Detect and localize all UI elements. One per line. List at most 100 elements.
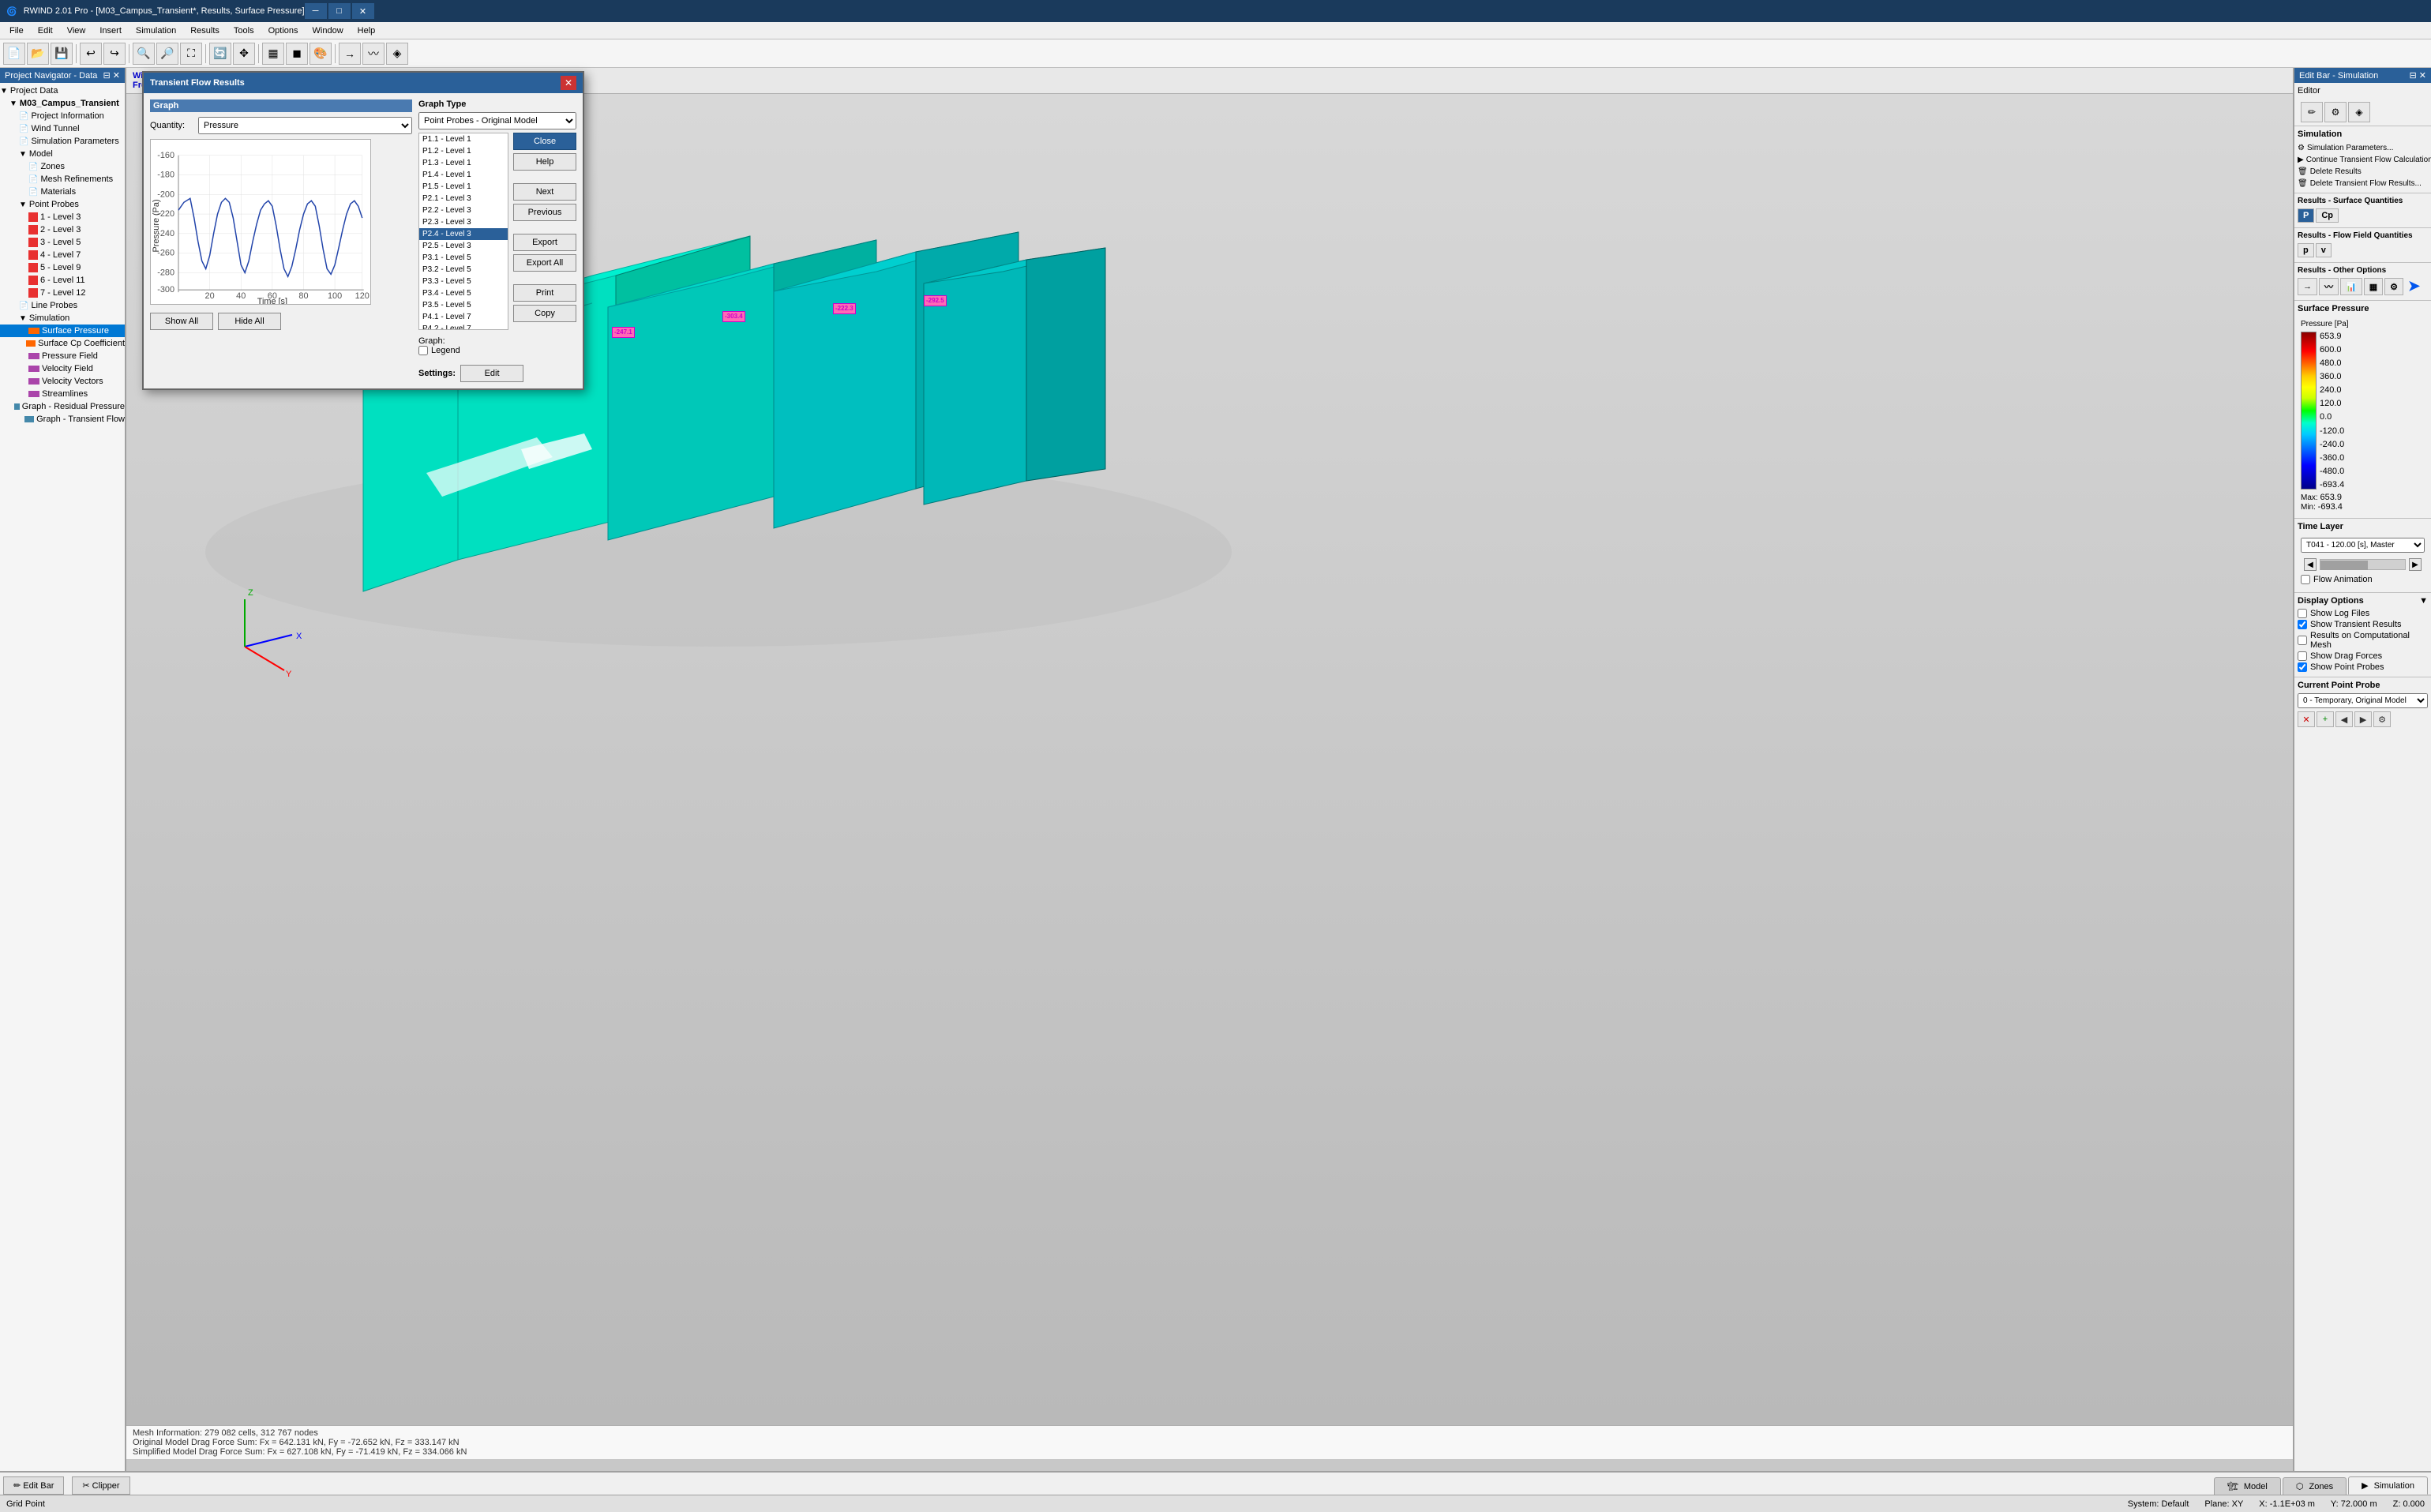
menu-simulation[interactable]: Simulation bbox=[129, 24, 182, 37]
tree-project-data[interactable]: ▼ Project Data bbox=[0, 84, 125, 97]
toolbar-fit[interactable]: ⛶ bbox=[180, 43, 202, 65]
editor-btn-2[interactable]: ⚙ bbox=[2324, 102, 2347, 122]
tree-pressure-field[interactable]: Pressure Field bbox=[0, 350, 125, 362]
other-btn-2[interactable]: 〰 bbox=[2319, 278, 2339, 295]
probe-item-p33[interactable]: P3.3 - Level 5 bbox=[419, 276, 508, 287]
results-comp-checkbox[interactable] bbox=[2298, 636, 2307, 645]
maximize-btn[interactable]: □ bbox=[328, 3, 351, 19]
tree-streamlines[interactable]: Streamlines bbox=[0, 388, 125, 400]
probe-item-p14[interactable]: P1.4 - Level 1 bbox=[419, 169, 508, 181]
probe-delete-btn[interactable]: ✕ bbox=[2298, 711, 2315, 727]
tree-probe-5[interactable]: 5 - Level 9 bbox=[0, 261, 125, 274]
prev-time-btn[interactable]: ◀ bbox=[2304, 558, 2317, 571]
toolbar-undo[interactable]: ↩ bbox=[80, 43, 102, 65]
menu-results[interactable]: Results bbox=[184, 24, 226, 37]
probe-add-btn[interactable]: + bbox=[2317, 711, 2334, 727]
menu-tools[interactable]: Tools bbox=[227, 24, 261, 37]
tree-graph-transient[interactable]: Graph - Transient Flow bbox=[0, 413, 125, 426]
probe-item-p21[interactable]: P2.1 - Level 3 bbox=[419, 193, 508, 204]
show-probes-checkbox[interactable] bbox=[2298, 662, 2307, 672]
toolbar-solid[interactable]: ◼ bbox=[286, 43, 308, 65]
sim-params-item[interactable]: ⚙ Simulation Parameters... bbox=[2298, 142, 2428, 154]
probe-item-p23[interactable]: P2.3 - Level 3 bbox=[419, 216, 508, 228]
menu-insert[interactable]: Insert bbox=[93, 24, 128, 37]
hide-all-btn[interactable]: Hide All bbox=[218, 313, 281, 330]
delete-results-item[interactable]: 🗑 Delete Results bbox=[2298, 166, 2428, 178]
toolbar-save[interactable]: 💾 bbox=[51, 43, 73, 65]
tree-probe-2[interactable]: 2 - Level 3 bbox=[0, 223, 125, 236]
show-transient-checkbox[interactable] bbox=[2298, 620, 2307, 629]
export-all-btn[interactable]: Export All bbox=[513, 254, 576, 272]
probe-item-p31[interactable]: P3.1 - Level 5 bbox=[419, 252, 508, 264]
tab-simulation[interactable]: ▶ Simulation bbox=[2348, 1476, 2428, 1495]
time-select[interactable]: T041 - 120.00 [s], Master bbox=[2301, 538, 2425, 553]
tree-surface-pressure[interactable]: Surface Pressure bbox=[0, 325, 125, 337]
next-time-btn[interactable]: ▶ bbox=[2409, 558, 2422, 571]
transient-dialog[interactable]: Transient Flow Results ✕ Graph Quantity:… bbox=[142, 71, 584, 390]
toolbar-new[interactable]: 📄 bbox=[3, 43, 25, 65]
tree-probe-7[interactable]: 7 - Level 12 bbox=[0, 287, 125, 299]
menu-edit[interactable]: Edit bbox=[32, 24, 59, 37]
probe-item-p41[interactable]: P4.1 - Level 7 bbox=[419, 311, 508, 323]
tree-mesh-ref[interactable]: 📄 Mesh Refinements bbox=[0, 173, 125, 186]
other-btn-3[interactable]: 📊 bbox=[2340, 278, 2362, 295]
tree-m03[interactable]: ▼ M03_Campus_Transient bbox=[0, 97, 125, 110]
tree-probe-4[interactable]: 4 - Level 7 bbox=[0, 249, 125, 261]
probe-prev-btn[interactable]: ◀ bbox=[2335, 711, 2353, 727]
print-btn[interactable]: Print bbox=[513, 284, 576, 302]
tree-wind-tunnel[interactable]: 📄 Wind Tunnel bbox=[0, 122, 125, 135]
other-btn-5[interactable]: ⚙ bbox=[2384, 278, 2403, 295]
tree-project-info[interactable]: 📄 Project Information bbox=[0, 110, 125, 122]
pressure-btn[interactable]: P bbox=[2298, 208, 2314, 223]
menu-help[interactable]: Help bbox=[351, 24, 382, 37]
toolbar-open[interactable]: 📂 bbox=[27, 43, 49, 65]
probe-item-p24[interactable]: P2.4 - Level 3 bbox=[419, 228, 508, 240]
other-btn-4[interactable]: ▦ bbox=[2364, 278, 2383, 295]
probe-item-p11[interactable]: P1.1 - Level 1 bbox=[419, 133, 508, 145]
dialog-close-btn[interactable]: ✕ bbox=[561, 76, 576, 90]
toolbar-rotate[interactable]: 🔄 bbox=[209, 43, 231, 65]
next-btn[interactable]: Next bbox=[513, 183, 576, 201]
flow-v-btn[interactable]: v bbox=[2316, 243, 2332, 257]
probe-item-p25[interactable]: P2.5 - Level 3 bbox=[419, 240, 508, 252]
edit-settings-btn[interactable]: Edit bbox=[460, 365, 523, 382]
tree-probe-1[interactable]: 1 - Level 3 bbox=[0, 211, 125, 223]
toolbar-contour[interactable]: 🎨 bbox=[310, 43, 332, 65]
probe-item-p12[interactable]: P1.2 - Level 1 bbox=[419, 145, 508, 157]
editor-btn-1[interactable]: ✏ bbox=[2301, 102, 2323, 122]
tree-simulation[interactable]: ▼ Simulation bbox=[0, 312, 125, 325]
probe-item-p15[interactable]: P1.5 - Level 1 bbox=[419, 181, 508, 193]
flow-p-btn[interactable]: p bbox=[2298, 243, 2314, 257]
tree-graph-residual[interactable]: Graph - Residual Pressure bbox=[0, 400, 125, 413]
tab-zones[interactable]: ⬡ Zones bbox=[2283, 1477, 2347, 1495]
toolbar-zoom-out[interactable]: 🔎 bbox=[156, 43, 178, 65]
close-btn[interactable]: Close bbox=[513, 133, 576, 150]
delete-transient-item[interactable]: 🗑 Delete Transient Flow Results... bbox=[2298, 178, 2428, 189]
quantity-select[interactable]: Pressure bbox=[198, 117, 412, 134]
menu-window[interactable]: Window bbox=[306, 24, 350, 37]
tree-probe-3[interactable]: 3 - Level 5 bbox=[0, 236, 125, 249]
tab-model[interactable]: 🏗 Model bbox=[2214, 1477, 2281, 1495]
show-all-btn[interactable]: Show All bbox=[150, 313, 213, 330]
probe-item-p32[interactable]: P3.2 - Level 5 bbox=[419, 264, 508, 276]
probe-list-container[interactable]: P1.1 - Level 1 P1.2 - Level 1 P1.3 - Lev… bbox=[418, 133, 508, 330]
graph-type-select[interactable]: Point Probes - Original Model bbox=[418, 112, 576, 129]
other-btn-1[interactable]: → bbox=[2298, 278, 2317, 295]
probe-item-p13[interactable]: P1.3 - Level 1 bbox=[419, 157, 508, 169]
toolbar-zoom-in[interactable]: 🔍 bbox=[133, 43, 155, 65]
menu-view[interactable]: View bbox=[61, 24, 92, 37]
flow-animation-checkbox[interactable] bbox=[2301, 575, 2310, 584]
cp-btn[interactable]: Cp bbox=[2316, 208, 2339, 223]
tree-velocity-field[interactable]: Velocity Field bbox=[0, 362, 125, 375]
probe-item-p34[interactable]: P3.4 - Level 5 bbox=[419, 287, 508, 299]
tree-probe-6[interactable]: 6 - Level 11 bbox=[0, 274, 125, 287]
probe-item-p42[interactable]: P4.2 - Level 7 bbox=[419, 323, 508, 330]
copy-btn[interactable]: Copy bbox=[513, 305, 576, 322]
tree-surface-cp[interactable]: Surface Cp Coefficient bbox=[0, 337, 125, 350]
toolbar-wireframe[interactable]: ▦ bbox=[262, 43, 284, 65]
time-scrollbar[interactable] bbox=[2320, 559, 2406, 570]
toolbar-vectors[interactable]: → bbox=[339, 43, 361, 65]
legend-checkbox[interactable] bbox=[418, 346, 428, 355]
menu-options[interactable]: Options bbox=[262, 24, 305, 37]
toolbar-pan[interactable]: ✥ bbox=[233, 43, 255, 65]
